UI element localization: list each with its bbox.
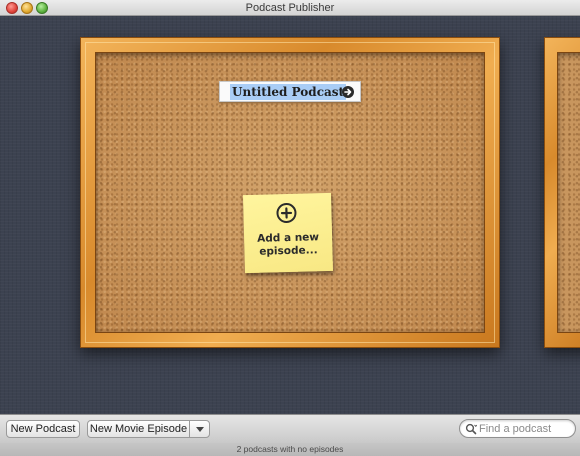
- add-episode-label: Add a new episode...: [248, 231, 329, 259]
- episode-type-menu-button[interactable]: [189, 420, 210, 438]
- bottom-toolbar: New Podcast New Movie Episode: [0, 414, 580, 443]
- new-podcast-button[interactable]: New Podcast: [6, 420, 80, 438]
- search-input[interactable]: [479, 421, 571, 436]
- title-bar: Podcast Publisher: [0, 0, 580, 16]
- status-bar: 2 podcasts with no episodes: [0, 443, 580, 456]
- app-window: Podcast Publisher Untitled Podcast Add a…: [0, 0, 580, 456]
- arrow-right-circle-icon[interactable]: [342, 86, 354, 98]
- add-episode-line2: episode...: [259, 244, 318, 258]
- podcast-title-field[interactable]: Untitled Podcast: [230, 84, 347, 100]
- chevron-down-icon: [196, 427, 204, 432]
- next-podcast-board[interactable]: [544, 37, 580, 348]
- plus-circle-icon: [276, 203, 297, 224]
- window-title: Podcast Publisher: [245, 2, 335, 14]
- search-field[interactable]: [459, 419, 576, 438]
- podcast-title-label[interactable]: Untitled Podcast: [219, 81, 361, 102]
- add-episode-note[interactable]: Add a new episode...: [242, 192, 334, 274]
- new-movie-episode-button[interactable]: New Movie Episode: [87, 420, 190, 438]
- cork-surface: [557, 52, 580, 333]
- search-icon: [465, 423, 477, 435]
